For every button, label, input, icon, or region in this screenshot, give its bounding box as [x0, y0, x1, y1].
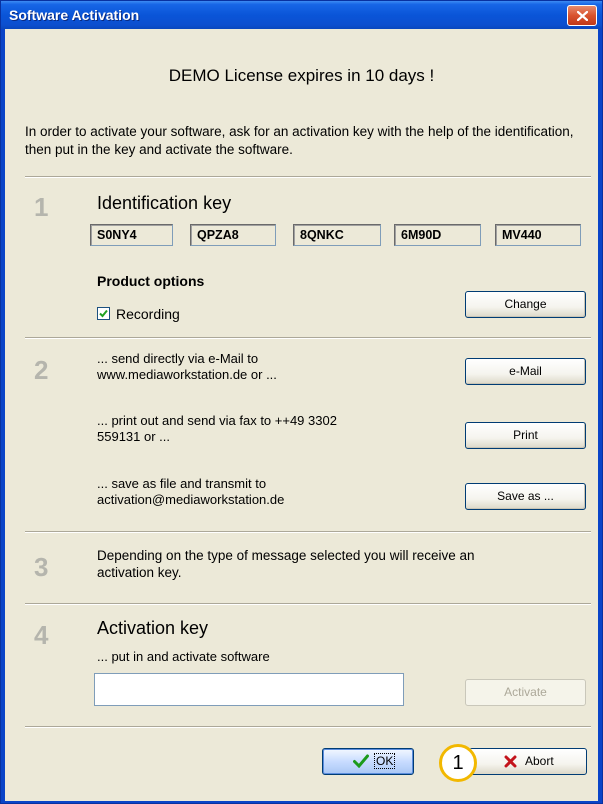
- step-number-2: 2: [34, 355, 49, 385]
- activate-button-label: Activate: [504, 685, 547, 699]
- identification-key-field-2: QPZA8: [190, 224, 276, 246]
- identification-key-heading: Identification key: [97, 193, 232, 213]
- fax-description: ... print out and send via fax to ++49 3…: [97, 413, 337, 445]
- step3-description-line-1: Depending on the type of message selecte…: [97, 548, 475, 563]
- ok-button[interactable]: OK: [322, 748, 414, 775]
- email-description-line-2: www.mediaworkstation.de or ...: [97, 367, 277, 382]
- separator: [25, 337, 591, 339]
- change-button[interactable]: Change: [465, 291, 586, 318]
- save-as-button-label: Save as ...: [497, 489, 554, 503]
- product-options-label: Product options: [97, 273, 205, 289]
- dialog-body: DEMO License expires in 10 days ! In ord…: [5, 29, 598, 801]
- activation-subtext: ... put in and activate software: [97, 649, 270, 664]
- identification-key-field-5: MV440: [495, 224, 581, 246]
- change-button-label: Change: [504, 297, 547, 311]
- print-button-label: Print: [513, 428, 538, 442]
- step-number-1: 1: [34, 192, 49, 222]
- step3-description-line-2: activation key.: [97, 565, 182, 580]
- recording-label[interactable]: Recording: [116, 306, 180, 322]
- activation-key-input[interactable]: [94, 673, 404, 706]
- separator: [25, 603, 591, 605]
- step-number-3: 3: [34, 552, 49, 582]
- file-description-line-1: ... save as file and transmit to: [97, 476, 267, 491]
- activate-button[interactable]: Activate: [465, 679, 586, 706]
- callout-badge: 1: [439, 744, 477, 782]
- x-icon: [504, 755, 517, 768]
- step-number-4: 4: [34, 620, 49, 650]
- license-headline: DEMO License expires in 10 days !: [168, 66, 435, 85]
- abort-button[interactable]: Abort: [469, 748, 587, 775]
- identification-key-field-1: S0NY4: [90, 224, 173, 246]
- separator: [25, 531, 591, 533]
- email-description: ... send directly via e-Mail to www.medi…: [97, 351, 277, 383]
- file-description-line-2: activation@mediaworkstation.de: [97, 492, 285, 507]
- window-title: Software Activation: [9, 7, 140, 23]
- recording-checkbox[interactable]: [97, 307, 110, 320]
- email-description-line-1: ... send directly via e-Mail to: [97, 351, 259, 366]
- separator: [25, 176, 591, 178]
- checkmark-icon: [353, 754, 369, 768]
- close-button[interactable]: [567, 5, 597, 26]
- activation-key-heading: Activation key: [97, 618, 209, 638]
- title-bar[interactable]: Software Activation: [1, 1, 602, 29]
- abort-button-label: Abort: [525, 754, 554, 768]
- email-button-label: e-Mail: [509, 364, 542, 378]
- file-description: ... save as file and transmit to activat…: [97, 476, 284, 508]
- identification-key-field-4: 6M90D: [394, 224, 481, 246]
- fax-description-line-1: ... print out and send via fax to ++49 3…: [97, 413, 337, 428]
- ok-button-label: OK: [373, 753, 396, 769]
- close-icon: [577, 11, 588, 21]
- identification-key-field-3: 8QNKC: [293, 224, 381, 246]
- save-as-button[interactable]: Save as ...: [465, 483, 586, 510]
- intro-text: In order to activate your software, ask …: [25, 124, 574, 157]
- step3-description: Depending on the type of message selecte…: [97, 547, 474, 581]
- checkmark-icon: [99, 309, 108, 318]
- email-button[interactable]: e-Mail: [465, 358, 586, 385]
- separator: [25, 726, 591, 728]
- fax-description-line-2: 559131 or ...: [97, 429, 170, 444]
- print-button[interactable]: Print: [465, 422, 586, 449]
- activation-window: Software Activation DEMO License expires…: [0, 0, 603, 804]
